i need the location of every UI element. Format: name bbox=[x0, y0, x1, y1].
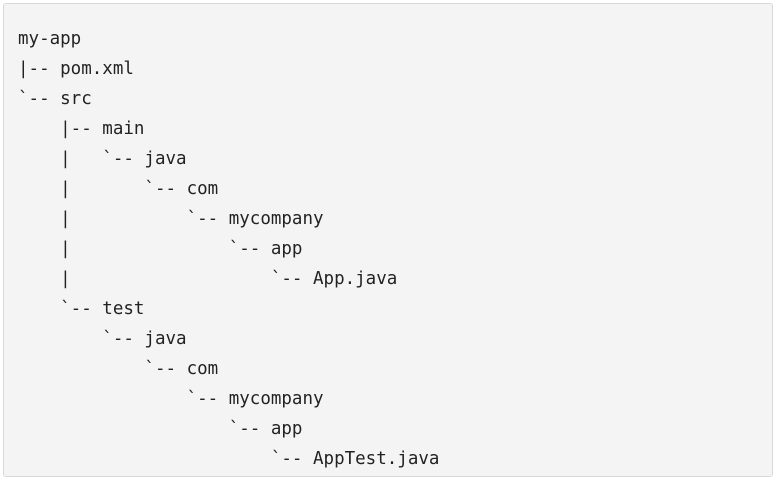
tree-line-test-mycompany: `-- mycompany bbox=[18, 389, 324, 409]
tree-line-test-java: `-- java bbox=[18, 329, 187, 349]
tree-line-main-mycompany: | `-- mycompany bbox=[18, 209, 324, 229]
tree-line-app-test-java: `-- AppTest.java bbox=[18, 449, 440, 469]
tree-line-pom-xml: |-- pom.xml bbox=[18, 59, 134, 79]
tree-line-app-java: | `-- App.java bbox=[18, 269, 398, 289]
tree-line-main: |-- main bbox=[18, 119, 145, 139]
code-block: my-app |-- pom.xml `-- src |-- main | `-- … bbox=[3, 3, 773, 477]
tree-line-test-app: `-- app bbox=[18, 419, 303, 439]
tree-line-main-java: | `-- java bbox=[18, 149, 187, 169]
tree-line-main-com: | `-- com bbox=[18, 179, 219, 199]
tree-line-test-com: `-- com bbox=[18, 359, 219, 379]
tree-line-test: `-- test bbox=[18, 299, 145, 319]
tree-line-main-app: | `-- app bbox=[18, 239, 303, 259]
tree-line-root: my-app bbox=[18, 29, 82, 49]
directory-tree: my-app |-- pom.xml `-- src |-- main | `-- … bbox=[18, 24, 772, 474]
tree-line-src: `-- src bbox=[18, 89, 92, 109]
